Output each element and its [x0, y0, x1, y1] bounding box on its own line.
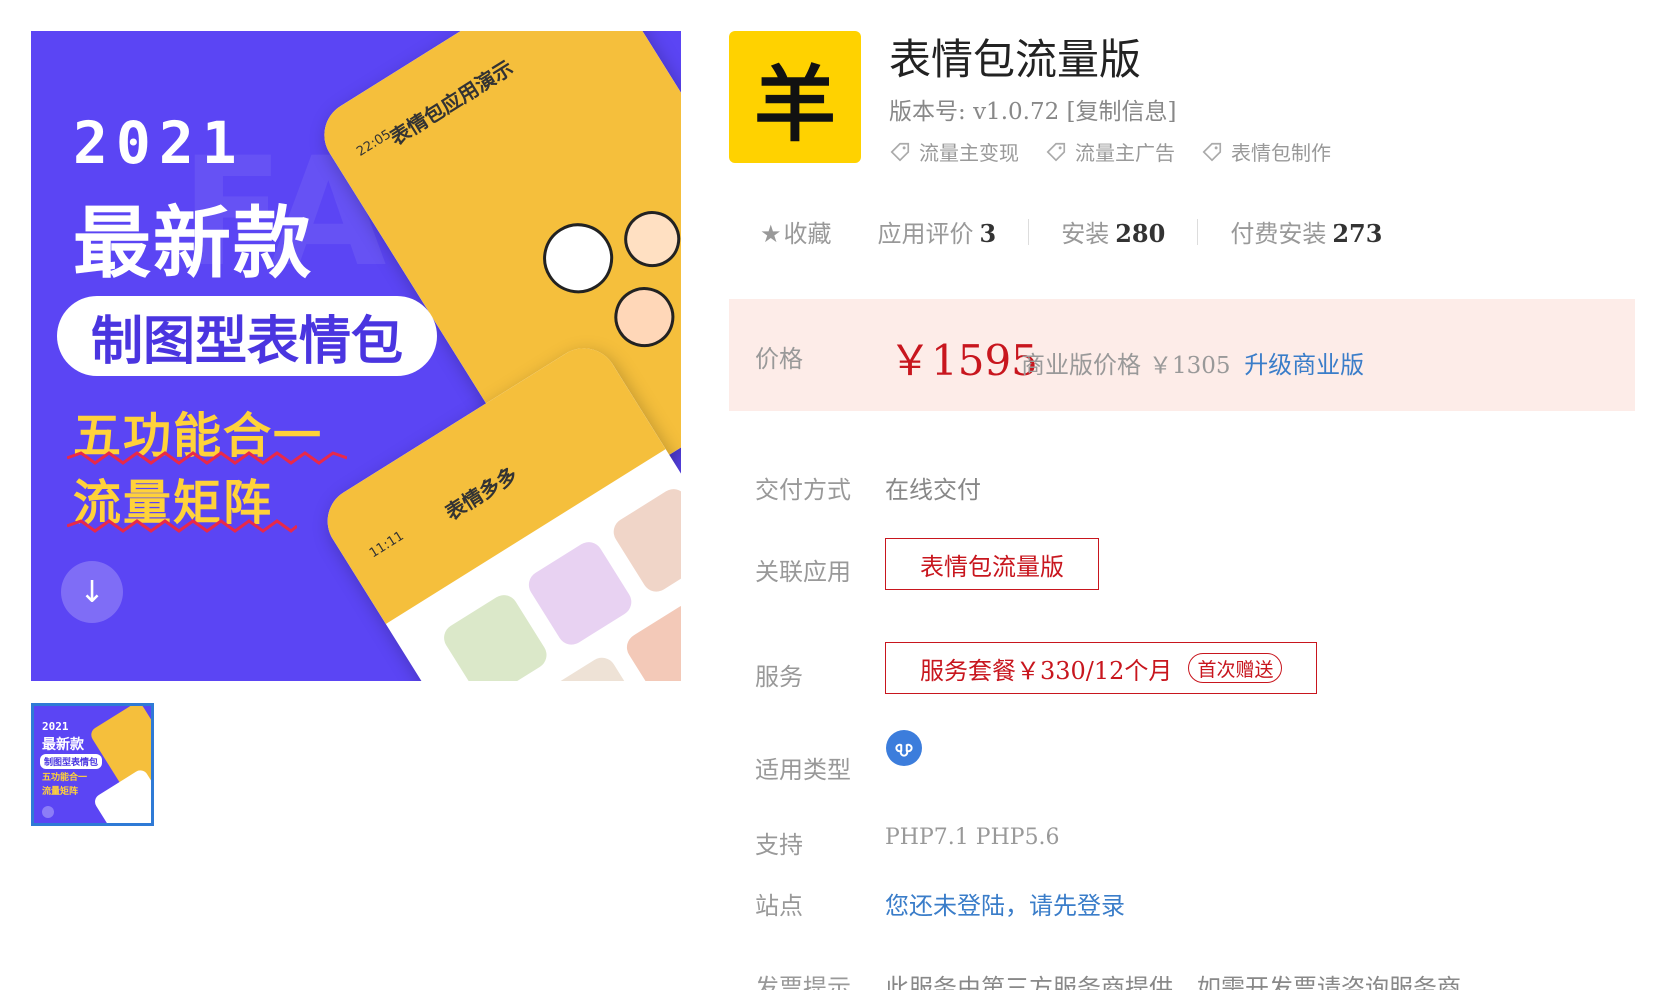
business-price-label: 商业版价格 [1021, 351, 1141, 379]
tag-icon [890, 142, 910, 161]
install-label: 安装 [1061, 220, 1110, 248]
install-stat: 安装 280 [1061, 214, 1165, 249]
version-number: v1.0.72 [973, 99, 1060, 125]
tag-label: 流量主广告 [1075, 141, 1175, 165]
tag-label: 流量主变现 [919, 141, 1019, 165]
thumb-year: 2021 [42, 720, 69, 733]
star-icon: ★ [760, 220, 782, 248]
rating-label: 应用评价 [877, 220, 974, 248]
related-app-name: 表情包流量版 [920, 552, 1064, 581]
favorite-button[interactable]: ★收藏 [760, 214, 832, 249]
invoice-value: 此服务由第三方服务商提供，如需开发票请咨询服务商 [885, 974, 1461, 990]
gallery-thumbnail[interactable]: 2021 最新款 制图型表情包 五功能合一 流量矩阵 [31, 703, 154, 826]
support-label: 支持 [755, 831, 803, 859]
product-title: 表情包流量版 [889, 35, 1142, 84]
service-name: 服务套餐 [920, 656, 1016, 685]
copy-info-link[interactable]: [复制信息] [1067, 99, 1177, 125]
price-panel: 价格 ￥1595 商业版价格 ￥1305 升级商业版 [729, 299, 1635, 411]
site-label: 站点 [755, 892, 803, 920]
sticker-tile [523, 536, 637, 650]
sticker-tile [621, 599, 681, 681]
invoice-label: 发票提示 [755, 974, 851, 990]
support-value: PHP7.1 PHP5.6 [885, 825, 1060, 850]
service-package-button[interactable]: 服务套餐 ￥330/12个月 首次赠送 [885, 642, 1318, 694]
product-main-image[interactable]: FACI 22:05 表情包应用演示 11:11 表情多多 2021 最新款 制… [31, 31, 681, 681]
sticker-tile [438, 589, 552, 681]
red-squiggle [67, 519, 297, 533]
paid-install-label: 付费安装 [1230, 220, 1327, 248]
divider [1028, 218, 1030, 245]
hero-year: 2021 [73, 109, 245, 177]
hero-headline: 最新款 [73, 199, 314, 289]
rating-value: 3 [979, 219, 997, 248]
install-value: 280 [1115, 219, 1166, 248]
business-price-value: ￥1305 [1149, 353, 1231, 379]
price-label: 价格 [755, 345, 803, 373]
paid-install-value: 273 [1332, 219, 1383, 248]
thumb-pill: 制图型表情包 [40, 754, 103, 769]
tag-item[interactable]: 表情包制作 [1201, 137, 1331, 166]
related-app-label: 关联应用 [755, 558, 851, 586]
price-value: ￥1595 [889, 336, 1038, 385]
thumb-feature-2: 流量矩阵 [42, 787, 79, 797]
service-price: ￥330/12个月 [1016, 656, 1173, 685]
delivery-label: 交付方式 [755, 476, 851, 504]
version-line: 版本号: v1.0.72 [复制信息] [889, 92, 1176, 126]
tag-label: 表情包制作 [1231, 141, 1331, 165]
tag-item[interactable]: 流量主广告 [1045, 137, 1175, 166]
hero-pill: 制图型表情包 [57, 296, 437, 376]
version-label: 版本号: [889, 99, 966, 125]
tag-icon [1202, 142, 1222, 161]
upgrade-business-link[interactable]: 升级商业版 [1244, 351, 1364, 379]
scroll-down-icon: ↓ [61, 561, 123, 623]
app-logo: 羊 [729, 31, 861, 163]
stats-bar: ★收藏 应用评价 3 安装 280 付费安装 273 [760, 214, 1382, 249]
thumb-arrow-icon [42, 806, 54, 818]
business-price: 商业版价格 ￥1305 升级商业版 [1021, 345, 1364, 380]
mini-program-icon [886, 730, 922, 766]
delivery-value: 在线交付 [885, 476, 981, 504]
thumb-feature-1: 五功能合一 [42, 773, 88, 783]
applicable-type-label: 适用类型 [755, 756, 851, 784]
related-app-button[interactable]: 表情包流量版 [885, 538, 1099, 590]
paid-install-stat: 付费安装 273 [1230, 214, 1382, 249]
tag-icon [1046, 142, 1066, 161]
rating-stat[interactable]: 应用评价 3 [878, 214, 997, 249]
divider [1197, 218, 1199, 245]
first-gift-badge: 首次赠送 [1188, 653, 1283, 683]
login-link[interactable]: 您还未登陆，请先登录 [885, 886, 1125, 921]
tag-item[interactable]: 流量主变现 [889, 137, 1019, 166]
thumb-headline: 最新款 [42, 737, 84, 753]
favorite-label: 收藏 [783, 220, 832, 248]
tag-list: 流量主变现 流量主广告 表情包制作 [889, 137, 1331, 166]
service-label: 服务 [755, 663, 803, 691]
